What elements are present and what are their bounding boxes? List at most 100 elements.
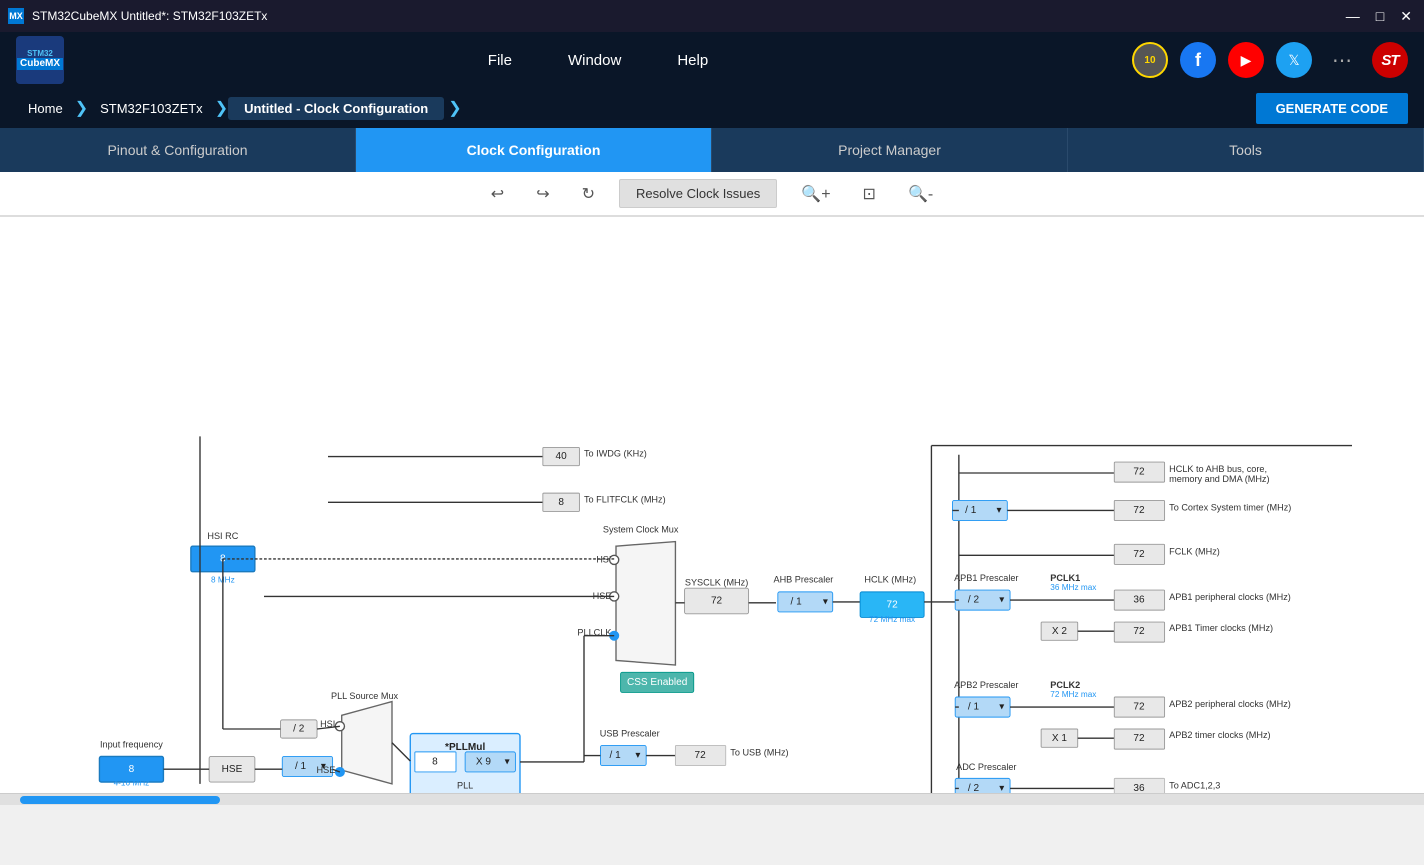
- title-bar: MX STM32CubeMX Untitled*: STM32F103ZETx …: [0, 0, 1424, 32]
- svg-text:36: 36: [1133, 595, 1145, 606]
- svg-text:▾: ▾: [823, 597, 828, 608]
- window-title: STM32CubeMX Untitled*: STM32F103ZETx: [32, 9, 267, 23]
- svg-text:72: 72: [887, 599, 899, 610]
- breadcrumb-sep3: ❯: [448, 98, 461, 118]
- breadcrumb: Home ❯ STM32F103ZETx ❯ Untitled - Clock …: [0, 88, 1424, 128]
- tab-tools[interactable]: Tools: [1068, 128, 1424, 172]
- svg-text:36: 36: [1133, 783, 1145, 793]
- svg-text:40: 40: [556, 451, 568, 462]
- hsi-rc-label: HSI RC: [207, 531, 238, 541]
- svg-text:To USB (MHz): To USB (MHz): [730, 748, 788, 758]
- svg-text:SYSCLK (MHz): SYSCLK (MHz): [685, 577, 748, 587]
- scrollbar-thumb[interactable]: [20, 796, 220, 804]
- network-icon[interactable]: ⋯: [1324, 42, 1360, 78]
- menu-items: File Window Help: [484, 44, 712, 77]
- svg-text:X 9: X 9: [476, 757, 491, 768]
- st-logo[interactable]: ST: [1372, 42, 1408, 78]
- resolve-clock-button[interactable]: Resolve Clock Issues: [619, 179, 777, 208]
- menu-file[interactable]: File: [484, 44, 516, 77]
- tab-clock[interactable]: Clock Configuration: [356, 128, 712, 172]
- sysclock-mux-label: System Clock Mux: [603, 524, 679, 534]
- minimize-button[interactable]: —: [1342, 8, 1364, 25]
- close-button[interactable]: ✕: [1396, 8, 1416, 25]
- facebook-icon[interactable]: f: [1180, 42, 1216, 78]
- menu-help[interactable]: Help: [673, 44, 712, 77]
- app-logo: STM32 CubeMX: [16, 36, 64, 84]
- breadcrumb-sep1: ❯: [75, 98, 88, 118]
- svg-text:72: 72: [1133, 626, 1145, 637]
- main-content: HSI RC 8 8 MHz Input frequency 8 4-16 MH…: [0, 216, 1424, 793]
- undo-button[interactable]: ↩: [483, 180, 512, 208]
- svg-text:ADC Prescaler: ADC Prescaler: [956, 762, 1016, 772]
- fit-view-button[interactable]: ⊡: [855, 180, 884, 208]
- svg-text:FCLK (MHz): FCLK (MHz): [1169, 546, 1220, 556]
- svg-text:8: 8: [558, 497, 564, 508]
- svg-text:72: 72: [1133, 505, 1145, 516]
- svg-text:memory and DMA (MHz): memory and DMA (MHz): [1169, 474, 1269, 484]
- toolbar: ↩ ↪ ↻ Resolve Clock Issues 🔍+ ⊡ 🔍-: [0, 172, 1424, 216]
- breadcrumb-sep2: ❯: [215, 98, 228, 118]
- zoom-out-button[interactable]: 🔍-: [900, 180, 941, 208]
- hse-box-label: HSE: [222, 764, 243, 775]
- youtube-icon[interactable]: ▶: [1228, 42, 1264, 78]
- svg-text:8: 8: [432, 757, 438, 768]
- svg-text:To Cortex System timer (MHz): To Cortex System timer (MHz): [1169, 502, 1291, 512]
- svg-text:X 1: X 1: [1052, 733, 1067, 744]
- window-controls: — □ ✕: [1342, 8, 1416, 25]
- twitter-icon[interactable]: 𝕏: [1276, 42, 1312, 78]
- svg-text:USB Prescaler: USB Prescaler: [600, 728, 660, 738]
- hse-range-label: 4-16 MHz: [114, 779, 150, 788]
- svg-text:/ 1: / 1: [295, 761, 307, 772]
- app-icon: MX: [8, 8, 24, 24]
- header-icons: 10 f ▶ 𝕏 ⋯ ST: [1132, 42, 1408, 78]
- svg-text:72: 72: [1133, 733, 1145, 744]
- pll-source-mux-label: PLL Source Mux: [331, 691, 399, 701]
- redo-button[interactable]: ↪: [528, 180, 557, 208]
- svg-text:72: 72: [711, 596, 723, 607]
- hse-input-val: 8: [129, 764, 135, 775]
- breadcrumb-device[interactable]: STM32F103ZETx: [88, 101, 215, 116]
- svg-text:▾: ▾: [999, 783, 1004, 793]
- svg-text:▾: ▾: [635, 750, 640, 761]
- svg-text:/ 1: / 1: [965, 505, 977, 516]
- svg-text:72: 72: [1133, 702, 1145, 713]
- generate-code-button[interactable]: GENERATE CODE: [1256, 93, 1408, 124]
- svg-text:*PLLMul: *PLLMul: [445, 742, 485, 753]
- svg-text:/ 2: / 2: [968, 783, 980, 793]
- tab-project[interactable]: Project Manager: [712, 128, 1068, 172]
- svg-text:/ 1: / 1: [968, 702, 980, 713]
- svg-text:To ADC1,2,3: To ADC1,2,3: [1169, 780, 1220, 790]
- maximize-button[interactable]: □: [1372, 8, 1388, 25]
- svg-text:X 2: X 2: [1052, 626, 1067, 637]
- svg-text:CSS Enabled: CSS Enabled: [627, 677, 687, 688]
- svg-text:▾: ▾: [997, 505, 1002, 516]
- svg-text:72 MHz max: 72 MHz max: [1050, 690, 1097, 699]
- svg-text:APB1 peripheral clocks (MHz): APB1 peripheral clocks (MHz): [1169, 592, 1291, 602]
- clock-diagram-svg: HSI RC 8 8 MHz Input frequency 8 4-16 MH…: [0, 217, 1424, 793]
- to-iwdg-label: To IWDG (KHz): [584, 449, 647, 459]
- breadcrumb-home[interactable]: Home: [16, 101, 75, 116]
- svg-text:AHB Prescaler: AHB Prescaler: [774, 575, 834, 585]
- svg-text:▾: ▾: [999, 595, 1004, 606]
- svg-text:/ 2: / 2: [968, 595, 980, 606]
- horizontal-scrollbar[interactable]: [0, 793, 1424, 805]
- svg-text:▾: ▾: [999, 702, 1004, 713]
- svg-text:APB2 peripheral clocks (MHz): APB2 peripheral clocks (MHz): [1169, 699, 1291, 709]
- svg-text:▾: ▾: [505, 757, 510, 768]
- menu-window[interactable]: Window: [564, 44, 625, 77]
- anniversary-icon: 10: [1132, 42, 1168, 78]
- tab-pinout[interactable]: Pinout & Configuration: [0, 128, 356, 172]
- breadcrumb-current: Untitled - Clock Configuration: [228, 97, 444, 120]
- tab-bar: Pinout & Configuration Clock Configurati…: [0, 128, 1424, 172]
- svg-text:72: 72: [1133, 549, 1145, 560]
- zoom-in-button[interactable]: 🔍+: [793, 180, 838, 208]
- refresh-button[interactable]: ↻: [574, 180, 603, 208]
- svg-text:/ 1: / 1: [609, 750, 621, 761]
- svg-text:HCLK (MHz): HCLK (MHz): [864, 575, 916, 585]
- svg-text:APB1 Timer clocks (MHz): APB1 Timer clocks (MHz): [1169, 623, 1273, 633]
- svg-text:PCLK2: PCLK2: [1050, 680, 1080, 690]
- svg-text:72: 72: [1133, 467, 1145, 478]
- svg-text:APB2 Prescaler: APB2 Prescaler: [954, 680, 1018, 690]
- svg-text:APB2 timer clocks (MHz): APB2 timer clocks (MHz): [1169, 730, 1270, 740]
- svg-text:/ 1: / 1: [791, 597, 803, 608]
